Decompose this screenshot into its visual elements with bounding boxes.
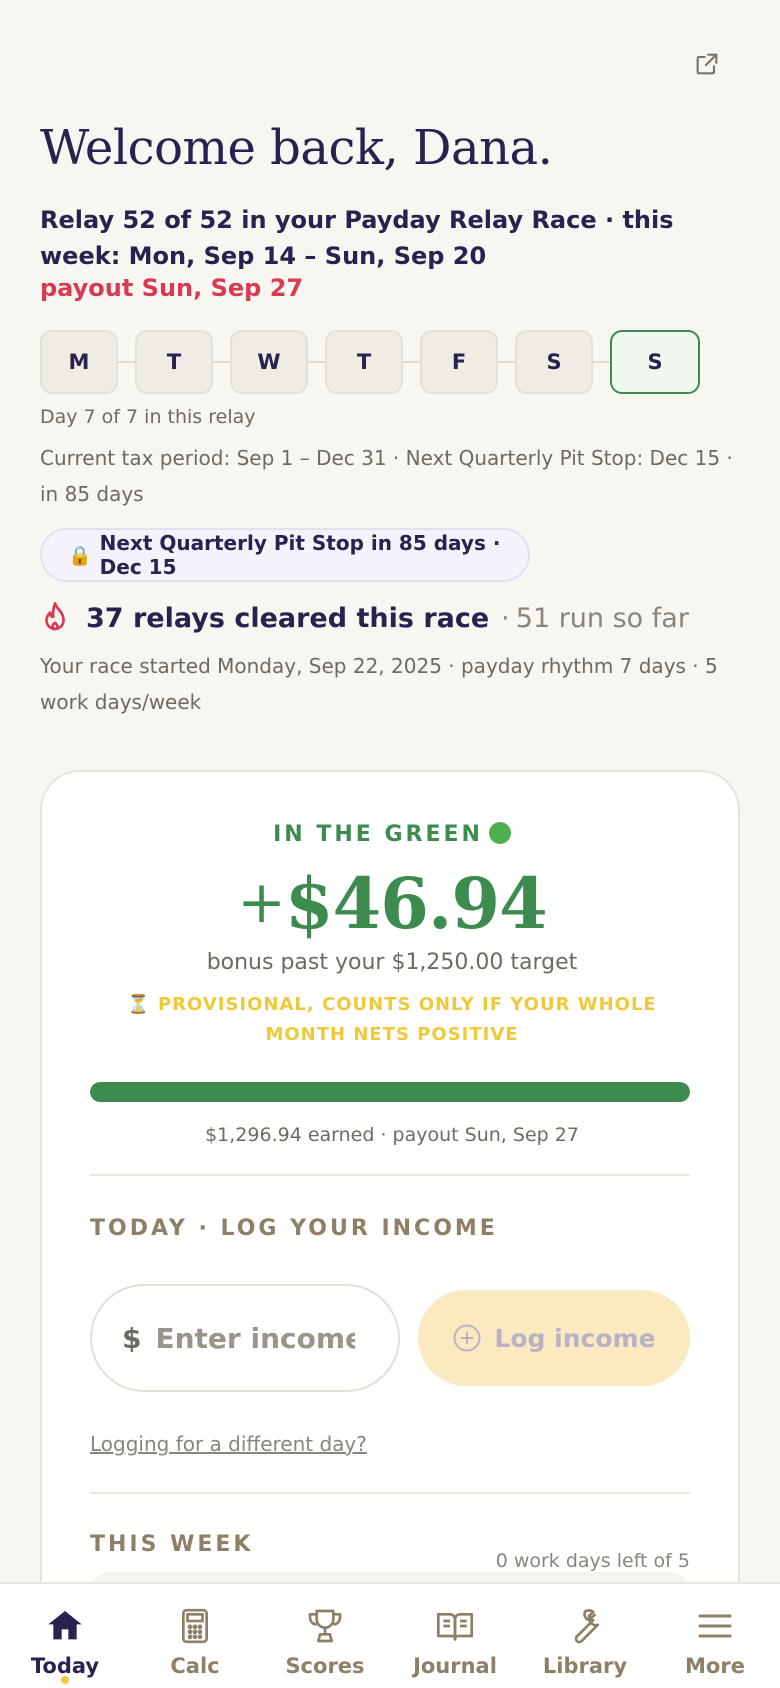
- progress-fill: [90, 1082, 690, 1102]
- nav-today[interactable]: Today: [0, 1584, 130, 1688]
- streak-total: 51 run so far: [515, 602, 689, 634]
- nav-label: Library: [542, 1654, 628, 1678]
- day-connector: [118, 361, 135, 363]
- streak-row: 37 relays cleared this race · 51 run so …: [40, 598, 689, 638]
- different-day-link[interactable]: Logging for a different day?: [90, 1432, 367, 1456]
- day-chip-tue[interactable]: T: [135, 330, 213, 394]
- day-connector: [403, 361, 420, 363]
- divider: [90, 1174, 690, 1176]
- plus-circle-icon: [453, 1324, 481, 1352]
- currency-symbol: $: [122, 1321, 142, 1355]
- day-chip-thu[interactable]: T: [325, 330, 403, 394]
- page-title: Welcome back, Dana.: [40, 120, 553, 176]
- day-connector: [213, 361, 230, 363]
- amount-value: $46.94: [284, 862, 548, 945]
- bonus-amount: +$46.94: [42, 862, 742, 945]
- day-chip-mon[interactable]: M: [40, 330, 118, 394]
- log-income-button[interactable]: Log income: [418, 1290, 690, 1386]
- nav-library[interactable]: Library: [520, 1584, 650, 1688]
- day-chip-sat[interactable]: S: [515, 330, 593, 394]
- provisional-note: ⏳ PROVISIONAL, COUNTS ONLY IF YOUR WHOLE…: [127, 994, 657, 1045]
- day-chip-sun[interactable]: S: [610, 330, 700, 394]
- day-connector: [593, 361, 610, 363]
- nav-scores[interactable]: Scores: [260, 1584, 390, 1688]
- work-days-left: 0 work days left of 5: [495, 1550, 690, 1572]
- wrench-icon: [574, 1609, 600, 1644]
- income-field[interactable]: $: [90, 1284, 400, 1392]
- divider: [90, 1492, 690, 1494]
- nav-label: More: [685, 1654, 745, 1678]
- bottom-nav: Today Calc Scores Journal Library More: [0, 1582, 780, 1688]
- green-dot-icon: [488, 822, 511, 844]
- log-income-label: TODAY · LOG YOUR INCOME: [90, 1216, 498, 1241]
- streak-count: 37 relays cleared this race: [86, 602, 490, 634]
- day-connector: [498, 361, 515, 363]
- tax-period-info: Current tax period: Sep 1 – Dec 31 · Nex…: [40, 446, 733, 506]
- week-day-tracker: M T W T F S S: [40, 330, 740, 394]
- nav-calc[interactable]: Calc: [130, 1584, 260, 1688]
- this-week-label: THIS WEEK: [90, 1532, 254, 1557]
- amount-sign: +: [237, 868, 286, 936]
- relay-day-counter: Day 7 of 7 in this relay: [40, 406, 256, 428]
- nav-label: Scores: [285, 1654, 365, 1678]
- day-connector: [308, 361, 325, 363]
- earned-text: $1,296.94 earned · payout Sun, Sep 27: [205, 1124, 579, 1146]
- relay-info: Relay 52 of 52 in your Payday Relay Race…: [40, 206, 674, 270]
- progress-bar: [90, 1082, 690, 1102]
- trophy-icon: [308, 1609, 342, 1643]
- status-label-text: IN THE GREEN: [273, 822, 483, 847]
- nav-journal[interactable]: Journal: [390, 1584, 520, 1688]
- day-chip-fri[interactable]: F: [420, 330, 498, 394]
- race-info: Your race started Monday, Sep 22, 2025 ·…: [40, 654, 718, 714]
- pit-stop-badge[interactable]: 🔒 Next Quarterly Pit Stop in 85 days · D…: [40, 528, 530, 582]
- pit-stop-label: Next Quarterly Pit Stop in 85 days · Dec…: [99, 531, 501, 579]
- bonus-text: bonus past your $1,250.00 target: [206, 950, 578, 975]
- menu-icon: [698, 1614, 732, 1638]
- day-chip-wed[interactable]: W: [230, 330, 308, 394]
- calculator-icon: [182, 1608, 208, 1644]
- active-indicator: [61, 1676, 69, 1684]
- payout-date: payout Sun, Sep 27: [40, 274, 304, 302]
- home-icon: [48, 1611, 82, 1640]
- streak-separator: ·: [501, 602, 510, 634]
- summary-card: IN THE GREEN +$46.94 bonus past your $1,…: [40, 770, 740, 1688]
- external-link-icon[interactable]: [693, 50, 721, 78]
- flame-icon: [45, 602, 65, 631]
- book-icon: [437, 1613, 473, 1641]
- lock-icon: 🔒: [68, 544, 92, 567]
- income-input[interactable]: [155, 1321, 356, 1355]
- nav-label: Today: [30, 1654, 100, 1678]
- nav-label: Journal: [413, 1654, 497, 1678]
- nav-more[interactable]: More: [650, 1584, 780, 1688]
- nav-label: Calc: [170, 1654, 220, 1678]
- status-label: IN THE GREEN: [42, 822, 742, 847]
- log-income-label: Log income: [494, 1323, 656, 1353]
